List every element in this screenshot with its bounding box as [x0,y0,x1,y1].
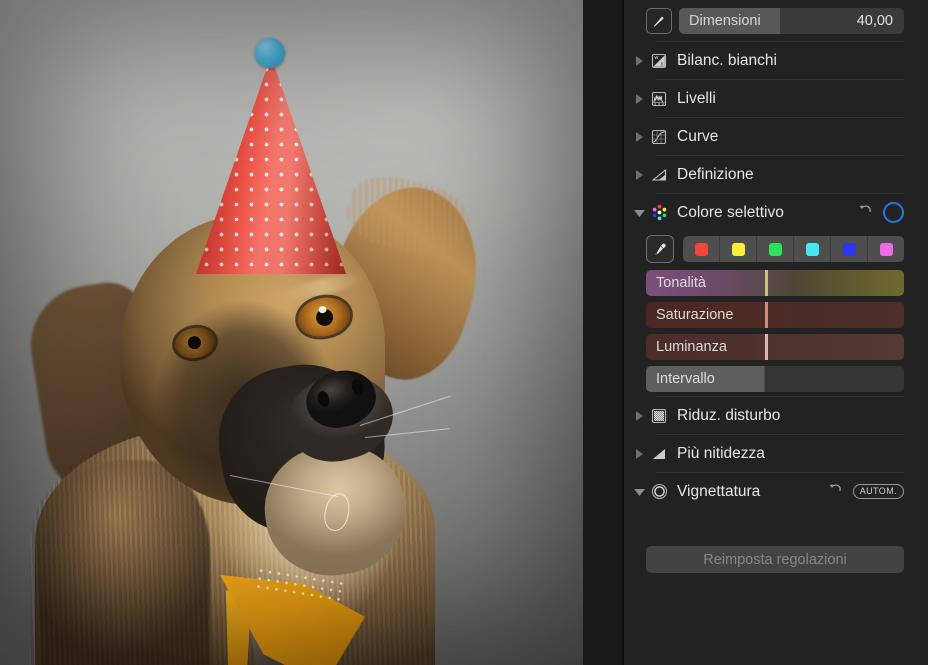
selective-slider-luminanza[interactable]: Luminanza [646,334,904,360]
color-swatch-chip [768,242,782,256]
auto-badge[interactable]: AUTOM. [852,484,904,499]
sharpen-icon [648,446,670,462]
selective-color-swatch-row [624,231,928,268]
brush-size-slider[interactable]: Dimensioni 40,00 [679,8,904,34]
chevron-right-icon[interactable] [632,55,646,66]
chevron-right-icon[interactable] [632,448,646,459]
slider-label: Tonalità [656,275,706,291]
color-swatch-green[interactable] [757,236,794,262]
selective-slider-intervallo[interactable]: Intervallo [646,366,904,392]
sidebar-item-livelli[interactable]: Livelli [624,80,928,117]
photo-editor-window: Dimensioni 40,00 WB Bilanc. bianchi Live… [0,0,928,665]
slider-handle[interactable] [764,334,768,360]
sidebar-item-label: Riduz. disturbo [677,406,781,424]
sidebar-item-label: Vignettatura [677,482,761,500]
color-swatch-magenta[interactable] [868,236,904,262]
sidebar-item-label: Livelli [677,89,716,107]
reset-adjustments-row: Reimposta regolazioni [624,530,928,573]
photo-canvas[interactable] [0,0,583,665]
slider-label: Intervallo [656,371,715,387]
chevron-right-icon[interactable] [632,410,646,421]
color-swatch-red[interactable] [683,236,720,262]
color-swatch-cyan[interactable] [794,236,831,262]
chevron-right-icon[interactable] [632,169,646,180]
color-swatch-chip [842,242,856,256]
selective-color-icon [648,204,670,221]
definition-icon [648,167,670,183]
selective-color-swatches[interactable] [683,236,904,262]
slider-handle[interactable] [764,270,768,296]
selective-color-sliders: Tonalità Saturazione Luminanza Intervallo [624,268,928,396]
vignette-icon [648,483,670,500]
sidebar-item-label: Colore selettivo [677,203,784,221]
adjustments-inspector: Dimensioni 40,00 WB Bilanc. bianchi Live… [624,0,928,665]
levels-icon [648,91,670,107]
color-swatch-chip [805,242,819,256]
sidebar-item-vignettatura[interactable]: Vignettatura AUTOM. [624,473,928,510]
color-swatch-chip [731,242,745,256]
curves-icon [648,129,670,145]
sidebar-item-definizione[interactable]: Definizione [624,156,928,193]
sidebar-item-label: Più nitidezza [677,444,765,462]
svg-text:W: W [654,55,658,60]
svg-text:B: B [661,61,664,66]
undo-arrow-icon[interactable] [858,203,873,223]
enable-circle-icon[interactable] [883,202,904,223]
chevron-down-icon[interactable] [632,209,646,217]
brush-size-row: Dimensioni 40,00 [624,0,928,41]
undo-arrow-icon[interactable] [828,482,843,502]
color-swatch-blue[interactable] [831,236,868,262]
color-swatch-chip [694,242,708,256]
selective-slider-saturazione[interactable]: Saturazione [646,302,904,328]
sidebar-item-label: Definizione [677,165,754,183]
photo-vignette [0,0,583,665]
sidebar-item-piu-nitidezza[interactable]: Più nitidezza [624,435,928,472]
sidebar-item-colore-selettivo[interactable]: Colore selettivo [624,194,928,231]
sidebar-item-bilanc-bianchi[interactable]: WB Bilanc. bianchi [624,42,928,79]
slider-label: Luminanza [656,339,727,355]
chevron-right-icon[interactable] [632,93,646,104]
noise-reduction-icon [648,408,670,424]
chevron-down-icon[interactable] [632,488,646,496]
chevron-right-icon[interactable] [632,131,646,142]
viewer-gutter [583,0,624,665]
sidebar-item-curve[interactable]: Curve [624,118,928,155]
slider-handle[interactable] [764,302,768,328]
sidebar-item-riduz-disturbo[interactable]: Riduz. disturbo [624,397,928,434]
brush-size-label: Dimensioni [689,13,761,29]
color-swatch-chip [879,242,893,256]
brush-icon[interactable] [646,8,672,34]
slider-label: Saturazione [656,307,734,323]
eyedropper-icon[interactable] [646,235,674,263]
image-viewer [0,0,624,665]
sidebar-item-label: Curve [677,127,719,145]
sidebar-item-label: Bilanc. bianchi [677,51,777,69]
vignette-sliders: PotenzaRaggio0,50Morbidezza [624,510,928,530]
brush-size-value: 40,00 [856,13,893,29]
white-balance-icon: WB [648,53,670,69]
color-swatch-yellow[interactable] [720,236,757,262]
selective-slider-tonalità[interactable]: Tonalità [646,270,904,296]
reset-adjustments-button[interactable]: Reimposta regolazioni [646,546,904,573]
